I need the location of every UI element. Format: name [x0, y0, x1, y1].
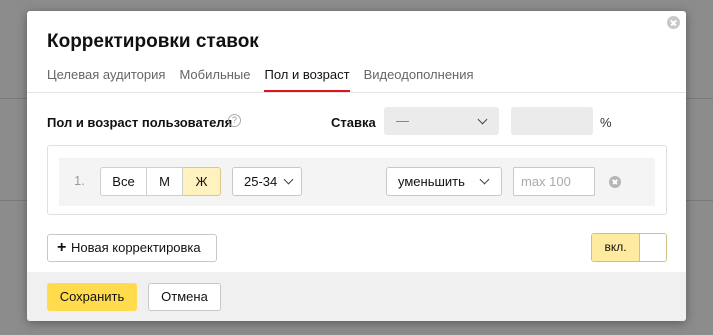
toggle-on-label: вкл. [592, 234, 639, 261]
age-select-value: 25-34 [244, 174, 278, 189]
dialog-footer: Сохранить Отмена [27, 272, 686, 321]
rate-value-input[interactable] [511, 107, 593, 135]
tabs-divider [27, 92, 686, 93]
tab-video-extensions[interactable]: Видеодополнения [364, 67, 474, 92]
gender-age-label: Пол и возраст пользователя [47, 115, 233, 130]
plus-icon: + [57, 239, 67, 256]
row-number: 1. [74, 173, 85, 188]
adjustments-panel: 1. Все М Ж 25-34 уменьшить max 100 [47, 145, 667, 215]
save-button[interactable]: Сохранить [47, 283, 137, 311]
dialog-title: Корректировки ставок [47, 31, 259, 52]
tab-gender-age[interactable]: Пол и возраст [264, 67, 350, 92]
enable-toggle[interactable]: вкл. [591, 233, 667, 262]
rate-select[interactable]: — [384, 107, 499, 135]
direction-select-value: уменьшить [398, 174, 465, 189]
remove-row-icon[interactable] [609, 176, 621, 188]
adjustment-row: 1. Все М Ж 25-34 уменьшить max 100 [59, 158, 655, 206]
percent-sign: % [600, 115, 612, 130]
adjustment-value-input[interactable]: max 100 [513, 167, 595, 196]
age-select[interactable]: 25-34 [232, 167, 302, 196]
help-icon[interactable]: ? [228, 114, 241, 127]
gender-male-button[interactable]: М [147, 167, 183, 196]
chevron-down-icon [477, 114, 488, 125]
tab-bar: Целевая аудитория Мобильные Пол и возрас… [47, 67, 488, 92]
close-icon[interactable] [667, 16, 680, 29]
gender-all-button[interactable]: Все [100, 167, 147, 196]
tab-mobile[interactable]: Мобильные [179, 67, 250, 92]
chevron-down-icon [479, 174, 490, 185]
toggle-knob [639, 234, 666, 261]
rate-select-value: — [396, 113, 409, 128]
bid-adjustments-dialog: Корректировки ставок Целевая аудитория М… [27, 11, 686, 321]
gender-segmented-control: Все М Ж [100, 167, 221, 196]
gender-female-button[interactable]: Ж [183, 167, 221, 196]
add-adjustment-label: Новая корректировка [71, 240, 201, 255]
add-adjustment-button[interactable]: + Новая корректировка [47, 234, 217, 262]
rate-label: Ставка [331, 115, 376, 130]
chevron-down-icon [283, 174, 294, 185]
tab-target-audience[interactable]: Целевая аудитория [47, 67, 165, 92]
direction-select[interactable]: уменьшить [386, 167, 502, 196]
cancel-button[interactable]: Отмена [148, 283, 221, 311]
